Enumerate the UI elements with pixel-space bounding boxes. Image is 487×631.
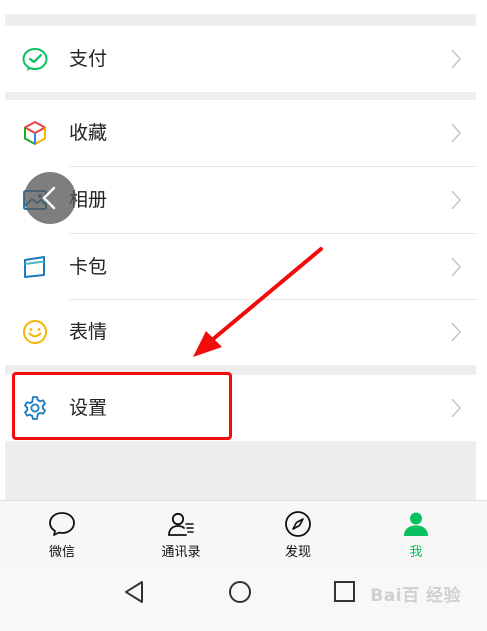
chat-bubble-icon <box>49 512 75 536</box>
baidu-watermark: Bai百 经验 <box>370 586 461 606</box>
bottom-tab-bar: 微信 通讯录 发现 我 <box>0 500 487 565</box>
back-triangle-icon[interactable] <box>122 579 148 605</box>
tab-label: 发现 <box>284 545 311 560</box>
annotation-highlight-box <box>12 372 232 440</box>
tab-me[interactable]: 我 <box>356 501 476 565</box>
recents-square-icon[interactable] <box>332 579 358 605</box>
compass-icon <box>285 511 311 537</box>
home-circle-icon[interactable] <box>227 579 253 605</box>
screen: 支付 收藏 相册 卡包 表情 设置 微信 通讯录 发现 我 Bai百 经验 <box>0 0 487 631</box>
tab-label: 微信 <box>48 545 75 560</box>
tab-label: 我 <box>409 545 423 560</box>
tab-discover[interactable]: 发现 <box>238 501 358 565</box>
tab-wechat[interactable]: 微信 <box>2 501 122 565</box>
contacts-icon <box>168 512 194 536</box>
tab-contacts[interactable]: 通讯录 <box>121 501 241 565</box>
tab-label: 通讯录 <box>161 545 201 560</box>
person-icon <box>404 512 428 536</box>
